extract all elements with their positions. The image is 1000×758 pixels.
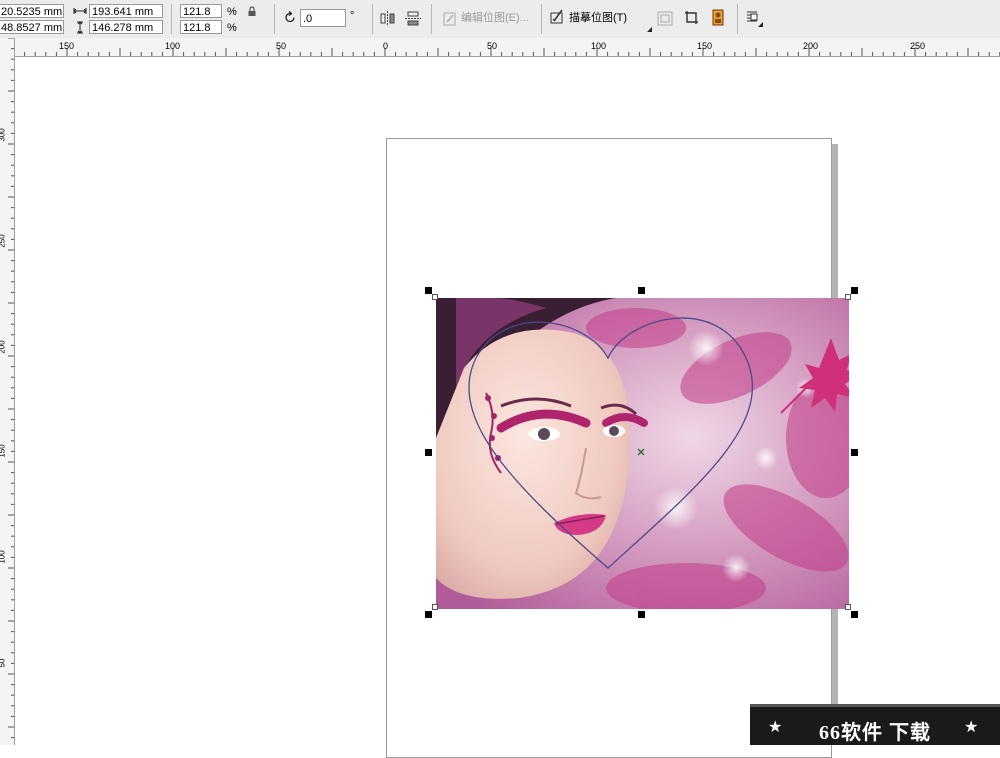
bitmap-image[interactable] <box>436 298 849 609</box>
edit-bitmap-button[interactable]: 编辑位图(E)... <box>461 11 529 25</box>
crop-bitmap-icon[interactable] <box>684 10 700 26</box>
mirror-horizontal-icon[interactable] <box>379 11 396 26</box>
width-field[interactable]: 193.641 mm <box>89 4 163 18</box>
watermark-text: 66软件 下载 <box>819 722 931 744</box>
v-ruler-label: 50 <box>0 658 7 668</box>
trace-bitmap-button[interactable]: 描摹位图(T) <box>569 11 627 25</box>
x-position-field[interactable]: 20.5235 mm <box>0 4 64 18</box>
mirror-vertical-icon[interactable] <box>405 11 421 26</box>
scale-y-field[interactable]: 121.8 <box>180 20 222 34</box>
separator <box>431 4 432 34</box>
resample-icon[interactable] <box>657 11 673 26</box>
h-ruler-label: 50 <box>276 41 287 51</box>
resize-handle-top-right[interactable] <box>851 287 858 294</box>
horizontal-ruler[interactable]: 150 100 50 0 50 100 150 200 250 <box>14 38 1000 57</box>
separator <box>372 4 373 34</box>
v-ruler-label: 150 <box>0 444 7 458</box>
resize-handle-middle-left[interactable] <box>425 449 432 456</box>
h-ruler-label: 50 <box>487 41 498 51</box>
degree-label: ° <box>350 10 355 22</box>
v-ruler-label: 300 <box>0 128 7 142</box>
node-marker[interactable] <box>845 294 851 300</box>
h-ruler-label: 250 <box>910 41 926 51</box>
height-field[interactable]: 146.278 mm <box>89 20 163 34</box>
horizontal-ruler-ticks <box>14 48 1000 56</box>
h-ruler-label: 0 <box>383 41 389 51</box>
portrait-photo <box>436 298 849 609</box>
property-bar: 20.5235 mm 48.8527 mm 193.641 mm 146.278… <box>0 0 1000 39</box>
resize-handle-top-left[interactable] <box>425 287 432 294</box>
percent-label: % <box>227 22 237 34</box>
rotate-icon <box>285 11 295 23</box>
width-icon <box>73 8 87 14</box>
separator <box>541 4 542 34</box>
resize-handle-bottom-left[interactable] <box>425 611 432 618</box>
separator <box>171 4 172 34</box>
separator <box>274 4 275 34</box>
h-ruler-label: 150 <box>59 41 75 51</box>
trace-bitmap-icon <box>550 9 563 24</box>
lock-ratio-icon[interactable] <box>247 6 257 17</box>
node-marker[interactable] <box>432 604 438 610</box>
h-ruler-label: 150 <box>697 41 713 51</box>
v-ruler-label: 250 <box>0 234 7 248</box>
edit-bitmap-icon <box>443 12 456 26</box>
wrap-text-icon[interactable] <box>746 10 763 27</box>
rotation-angle-field[interactable]: .0 <box>300 9 346 27</box>
resize-handle-bottom-right[interactable] <box>851 611 858 618</box>
h-ruler-label: 200 <box>803 41 819 51</box>
h-ruler-label: 100 <box>165 41 181 51</box>
height-icon <box>77 21 83 34</box>
watermark-banner: ★ 66软件 下载 ★ <box>750 704 1000 745</box>
star-icon: ★ <box>964 719 979 736</box>
h-ruler-label: 100 <box>591 41 607 51</box>
resize-handle-middle-right[interactable] <box>851 449 858 456</box>
percent-label: % <box>227 6 237 18</box>
scale-x-field[interactable]: 121.8 <box>180 4 222 18</box>
v-ruler-label: 100 <box>0 550 7 564</box>
separator <box>737 4 738 34</box>
node-marker[interactable] <box>432 294 438 300</box>
bitmap-color-mask-icon[interactable] <box>711 9 725 26</box>
y-position-field[interactable]: 48.8527 mm <box>0 20 64 34</box>
node-marker[interactable] <box>845 604 851 610</box>
dropdown-arrow-icon[interactable] <box>647 27 652 32</box>
v-ruler-label: 200 <box>0 340 7 354</box>
resize-handle-top-center[interactable] <box>638 287 645 294</box>
resize-handle-bottom-center[interactable] <box>638 611 645 618</box>
vertical-ruler[interactable]: 300 250 200 150 100 50 <box>0 38 15 745</box>
vertical-ruler-ticks <box>8 38 14 739</box>
